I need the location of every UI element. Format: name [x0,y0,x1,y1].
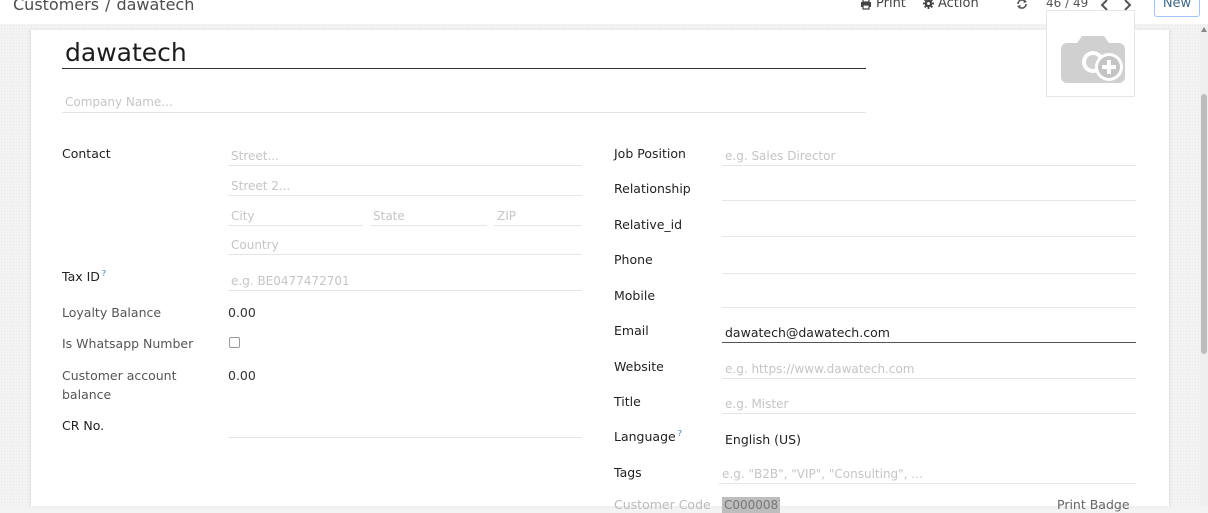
state-select[interactable]: State [370,206,487,226]
job-position-input[interactable]: e.g. Sales Director [722,146,1136,166]
whatsapp-checkbox[interactable] [229,337,240,348]
tags-label: Tags [614,465,642,480]
control-panel: Customers / dawatech Print Action 46 / 49 [0,0,1208,24]
language-select[interactable]: English (US) [722,430,1136,450]
relationship-label: Relationship [614,181,691,196]
street-input[interactable]: Street... [228,146,582,166]
relative-id-label: Relative_id [614,217,683,232]
customer-code-label: Customer Code [614,497,711,512]
tax-id-label-text: Tax ID [62,269,100,285]
mobile-input[interactable] [722,288,1136,308]
breadcrumb-current: dawatech [116,0,195,14]
breadcrumb: Customers / dawatech [13,0,194,14]
pager-value[interactable]: 46 / 49 [1046,0,1088,10]
scroll-up-arrow-icon[interactable] [1201,26,1207,34]
phone-input[interactable] [722,254,1136,274]
breadcrumb-separator: / [105,0,111,14]
phone-label: Phone [614,252,653,267]
tax-id-help-icon[interactable]: ? [102,269,106,278]
camera-plus-icon [1061,36,1125,83]
breadcrumb-parent-link[interactable]: Customers [13,0,99,14]
print-button[interactable]: Print [860,0,906,11]
new-button[interactable]: New [1154,0,1200,17]
website-label: Website [614,359,664,374]
printer-icon [861,0,871,10]
print-label: Print [876,0,906,11]
title-label: Title [614,394,641,409]
tax-id-label: Tax ID? [62,269,106,284]
refresh-icon[interactable] [1015,0,1029,11]
website-input[interactable]: e.g. https://www.dawatech.com [722,359,1136,379]
tax-id-input[interactable]: e.g. BE0477472701 [228,271,582,291]
zip-input[interactable]: ZIP [494,206,582,226]
partner-name-input[interactable]: dawatech [62,36,866,69]
contact-label: Contact [62,146,111,161]
loyalty-balance-label: Loyalty Balance [62,305,162,320]
whatsapp-label: Is Whatsapp Number [62,336,194,351]
loyalty-balance-value: 0.00 [228,305,256,320]
language-label-text: Language [614,429,676,445]
street2-input[interactable]: Street 2... [228,176,582,196]
company-name-input[interactable]: Company Name... [62,91,866,113]
language-label: Language? [614,429,682,444]
gear-icon [923,0,934,9]
city-input[interactable]: City [228,206,363,226]
avatar-upload[interactable] [1046,10,1135,97]
cr-no-label: CR No. [62,418,105,433]
relationship-input[interactable] [722,181,1136,201]
mobile-label: Mobile [614,288,656,303]
account-balance-label-line1: Customer account [62,368,177,383]
tags-input[interactable]: e.g. "B2B", "VIP", "Consulting", ... [719,464,1136,484]
action-button[interactable]: Action [923,0,979,11]
email-input[interactable]: dawatech@dawatech.com [722,323,1136,343]
job-position-label: Job Position [614,146,686,161]
relative-id-input[interactable] [722,217,1136,237]
account-balance-label-line2: balance [62,387,112,402]
action-label: Action [938,0,979,11]
scrollbar-thumb[interactable] [1201,94,1207,354]
account-balance-value: 0.00 [228,368,256,383]
language-help-icon[interactable]: ? [678,429,682,438]
email-label: Email [614,323,649,338]
country-select[interactable]: Country [228,235,582,255]
print-badge-button[interactable]: Print Badge [1057,497,1130,512]
customer-code-value[interactable]: C0000087 [722,497,780,513]
title-select[interactable]: e.g. Mister [722,394,1136,414]
cr-no-input[interactable] [228,418,582,438]
